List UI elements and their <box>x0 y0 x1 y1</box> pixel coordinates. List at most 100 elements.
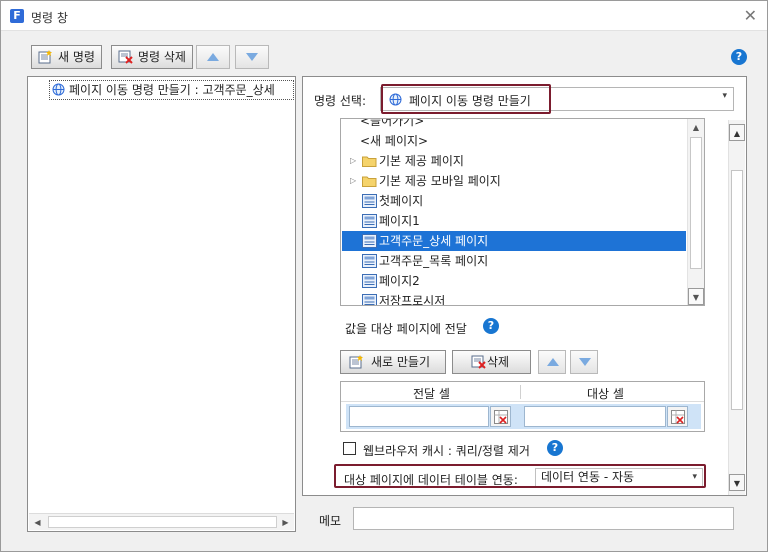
page-icon <box>362 194 377 208</box>
delete-command-button[interactable]: 명령 삭제 <box>111 45 193 69</box>
new-item-icon <box>349 355 363 369</box>
new-command-button[interactable]: 새 명령 <box>31 45 102 69</box>
list-item-label: 첫페이지 <box>379 194 424 208</box>
new-mapping-label: 새로 만들기 <box>371 355 431 369</box>
detail-vertical-scrollbar[interactable]: ▲ ▼ <box>728 120 745 495</box>
app-logo-icon: F <box>10 9 24 23</box>
list-item[interactable]: 고객주문_목록 페이지 <box>342 251 686 271</box>
mapping-up-button[interactable] <box>538 350 566 374</box>
scroll-thumb[interactable] <box>690 137 702 269</box>
mapping-down-button[interactable] <box>570 350 598 374</box>
command-select-value: 페이지 이동 명령 만들기 <box>409 94 531 108</box>
list-item-label: <들어가기> <box>360 118 425 128</box>
list-item[interactable]: <들어가기> <box>342 118 686 131</box>
delete-command-icon <box>118 50 133 64</box>
page-icon <box>362 274 377 288</box>
command-tree-item[interactable]: 페이지 이동 명령 만들기 : 고객주문_상세 <box>49 80 294 100</box>
list-item-label: 페이지2 <box>379 274 420 288</box>
grid-header: 전달 셀 대상 셀 <box>341 382 704 402</box>
target-page-list[interactable]: <들어가기> <새 페이지> ▷ 기본 제공 페이지 ▷ 기본 제공 모바일 페이지첫페이… <box>340 118 705 306</box>
scroll-right-icon[interactable]: ▶ <box>277 514 294 531</box>
title-bar: F 명령 창 ✕ <box>1 1 767 31</box>
arrow-down-icon <box>246 53 258 61</box>
delete-mapping-button[interactable]: 삭제 <box>452 350 531 374</box>
list-item[interactable]: 첫페이지 <box>342 191 686 211</box>
new-command-icon <box>38 50 52 64</box>
cache-clear-label: 웹브라우저 캐시 : 쿼리/정렬 제거 <box>363 444 530 458</box>
target-cell-picker-button[interactable] <box>667 406 688 427</box>
command-tree-panel: 페이지 이동 명령 만들기 : 고객주문_상세 ◀ ▶ <box>27 76 296 532</box>
list-item-label: 기본 제공 모바일 페이지 <box>379 174 501 188</box>
list-item[interactable]: 고객주문_상세 페이지 <box>342 231 686 251</box>
memo-input[interactable] <box>353 507 734 530</box>
list-item-label: 페이지1 <box>379 214 420 228</box>
cell-picker-icon <box>671 410 685 424</box>
data-link-select[interactable]: 데이터 연동 - 자동 ▾ <box>535 468 703 487</box>
folder-icon <box>362 174 377 188</box>
pass-values-label: 값을 대상 페이지에 전달 <box>345 322 467 336</box>
command-select[interactable]: 페이지 이동 명령 만들기 ▾ <box>380 87 734 111</box>
scroll-up-icon[interactable]: ▲ <box>688 119 704 136</box>
scroll-thumb[interactable] <box>731 170 743 410</box>
grid-row <box>346 404 701 429</box>
horizontal-scrollbar[interactable]: ◀ ▶ <box>29 513 294 530</box>
data-link-label: 대상 페이지에 데이터 테이블 연동: <box>344 473 518 487</box>
list-item-label: <새 페이지> <box>360 134 429 148</box>
folder-icon <box>362 154 377 168</box>
scroll-thumb[interactable] <box>48 516 277 528</box>
new-command-label: 새 명령 <box>58 50 95 64</box>
source-cell-picker-button[interactable] <box>490 406 511 427</box>
data-link-value: 데이터 연동 - 자동 <box>541 470 635 484</box>
list-item[interactable]: 페이지1 <box>342 211 686 231</box>
cache-clear-checkbox[interactable] <box>343 442 356 455</box>
list-item[interactable]: ▷ 기본 제공 모바일 페이지 <box>342 171 686 191</box>
list-item-label: 고객주문_목록 페이지 <box>379 254 489 268</box>
move-down-button[interactable] <box>235 45 269 69</box>
delete-item-icon <box>471 355 486 369</box>
delete-command-label: 명령 삭제 <box>138 50 186 64</box>
page-icon <box>362 294 377 305</box>
help-icon[interactable]: ? <box>731 49 747 65</box>
expand-arrow-icon[interactable]: ▷ <box>350 171 356 191</box>
help-icon[interactable]: ? <box>547 440 563 456</box>
memo-label: 메모 <box>319 514 342 528</box>
list-item-label: 고객주문_상세 페이지 <box>379 234 489 248</box>
source-cell-input[interactable] <box>349 406 489 427</box>
arrow-up-icon <box>547 358 559 366</box>
grid-header-divider <box>520 385 521 399</box>
delete-mapping-label: 삭제 <box>487 355 510 369</box>
arrow-down-icon <box>579 358 591 366</box>
cell-picker-icon <box>494 410 508 424</box>
list-item[interactable]: 저장프로시저 <box>342 291 686 306</box>
grid-header-target-cell: 대상 셀 <box>587 387 624 401</box>
window-title: 명령 창 <box>31 11 68 25</box>
list-item[interactable]: <새 페이지> <box>342 131 686 151</box>
close-icon[interactable]: ✕ <box>744 6 757 25</box>
target-cell-input[interactable] <box>524 406 666 427</box>
help-icon[interactable]: ? <box>483 318 499 334</box>
page-list-scrollbar[interactable]: ▲ ▼ <box>687 119 704 305</box>
command-tree-item-label: 페이지 이동 명령 만들기 : 고객주문_상세 <box>69 83 275 97</box>
page-icon <box>362 214 377 228</box>
list-item-label: 저장프로시저 <box>379 294 446 306</box>
move-up-button[interactable] <box>196 45 230 69</box>
list-item[interactable]: 페이지2 <box>342 271 686 291</box>
globe-icon <box>52 83 65 96</box>
command-select-label: 명령 선택: <box>314 94 367 108</box>
globe-icon <box>389 93 402 106</box>
chevron-down-icon: ▾ <box>722 91 727 101</box>
chevron-down-icon: ▾ <box>692 472 697 482</box>
scroll-down-icon[interactable]: ▼ <box>729 474 745 491</box>
cell-mapping-grid: 전달 셀 대상 셀 <box>340 381 705 432</box>
scroll-down-icon[interactable]: ▼ <box>688 288 704 305</box>
command-window: F 명령 창 ✕ 새 명령 명령 삭제 ? 페이지 이동 명령 만들기: 고객… <box>0 0 768 552</box>
expand-arrow-icon[interactable]: ▷ <box>350 151 356 171</box>
list-item[interactable]: ▷ 기본 제공 페이지 <box>342 151 686 171</box>
page-icon <box>362 254 377 268</box>
scroll-left-icon[interactable]: ◀ <box>29 514 46 531</box>
arrow-up-icon <box>207 53 219 61</box>
list-item-label: 기본 제공 페이지 <box>379 154 464 168</box>
new-mapping-button[interactable]: 새로 만들기 <box>340 350 446 374</box>
page-icon <box>362 234 377 248</box>
scroll-up-icon[interactable]: ▲ <box>729 124 745 141</box>
